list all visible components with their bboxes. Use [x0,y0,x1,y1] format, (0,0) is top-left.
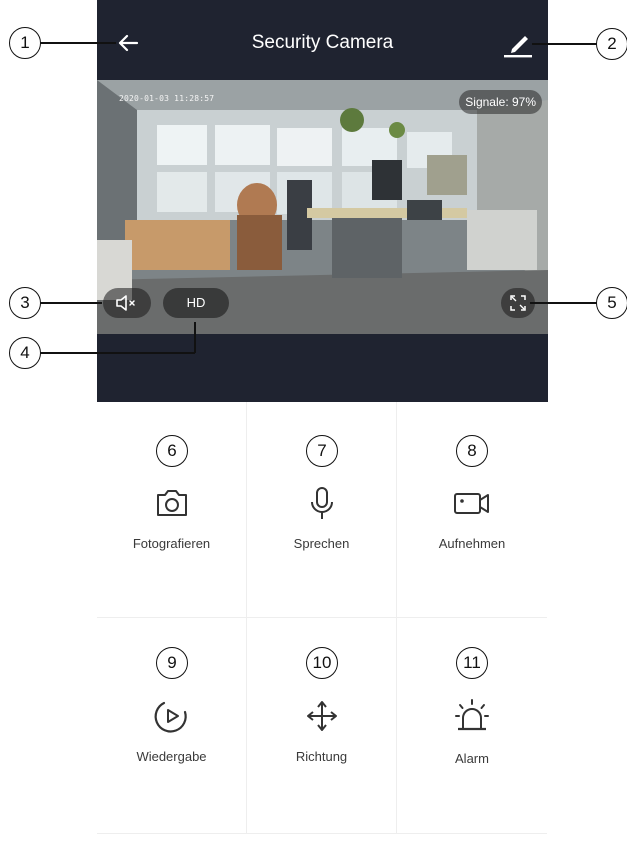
top-bar: Security Camera [97,0,548,80]
edit-button[interactable] [501,28,535,60]
photo-label: Fotografieren [132,536,211,551]
callout-marker: 8 [456,435,488,467]
callout-line [40,302,102,304]
callout-marker: 9 [156,647,188,679]
phone-screen: Security Camera 2020-01-03 11:28:57 Sign… [97,0,548,846]
direction-move-icon [306,701,337,731]
callout-marker: 2 [596,28,627,60]
callout-marker: 3 [9,287,41,319]
camera-video-feed[interactable]: 2020-01-03 11:28:57 Signale: 97% HD [97,80,548,334]
direction-action[interactable]: 10 Richtung [247,618,397,834]
callout-marker: 5 [596,287,627,319]
action-grid: 6 Fotografieren 7 Sprechen 8 Aufnehmen 9… [97,402,548,846]
pencil-icon [504,36,532,58]
callout-marker: 11 [456,647,488,679]
callout-marker: 4 [9,337,41,369]
speaker-muted-icon [116,295,135,311]
alarm-siren-icon [455,699,489,731]
talk-label: Sprechen [293,536,350,551]
callout-line [40,42,116,44]
callout-marker: 7 [306,435,338,467]
playback-icon [154,701,187,733]
record-label: Aufnehmen [438,536,506,551]
callout-line [40,352,195,354]
callout-marker: 10 [306,647,338,679]
direction-label: Richtung [295,749,348,764]
playback-action[interactable]: 9 Wiedergabe [97,618,247,834]
video-record-icon [454,493,489,514]
page-title: Security Camera [251,32,394,53]
record-action[interactable]: 8 Aufnehmen [397,402,547,618]
video-quality-button[interactable]: HD [163,288,229,318]
callout-line [194,322,196,353]
talk-action[interactable]: 7 Sprechen [247,402,397,618]
alarm-action[interactable]: 11 Alarm [397,618,547,834]
alarm-label: Alarm [455,751,489,766]
callout-line [530,302,598,304]
callout-marker: 6 [156,435,188,467]
signal-strength-badge: Signale: 97% [459,90,542,114]
microphone-icon [310,487,333,519]
mute-button[interactable] [103,288,151,318]
photo-action[interactable]: 6 Fotografieren [97,402,247,618]
video-bottom-band [97,334,548,402]
callout-marker: 1 [9,27,41,59]
playback-label: Wiedergabe [136,749,207,764]
callout-line [532,43,598,45]
camera-icon [156,490,187,516]
video-timestamp: 2020-01-03 11:28:57 [119,94,215,103]
